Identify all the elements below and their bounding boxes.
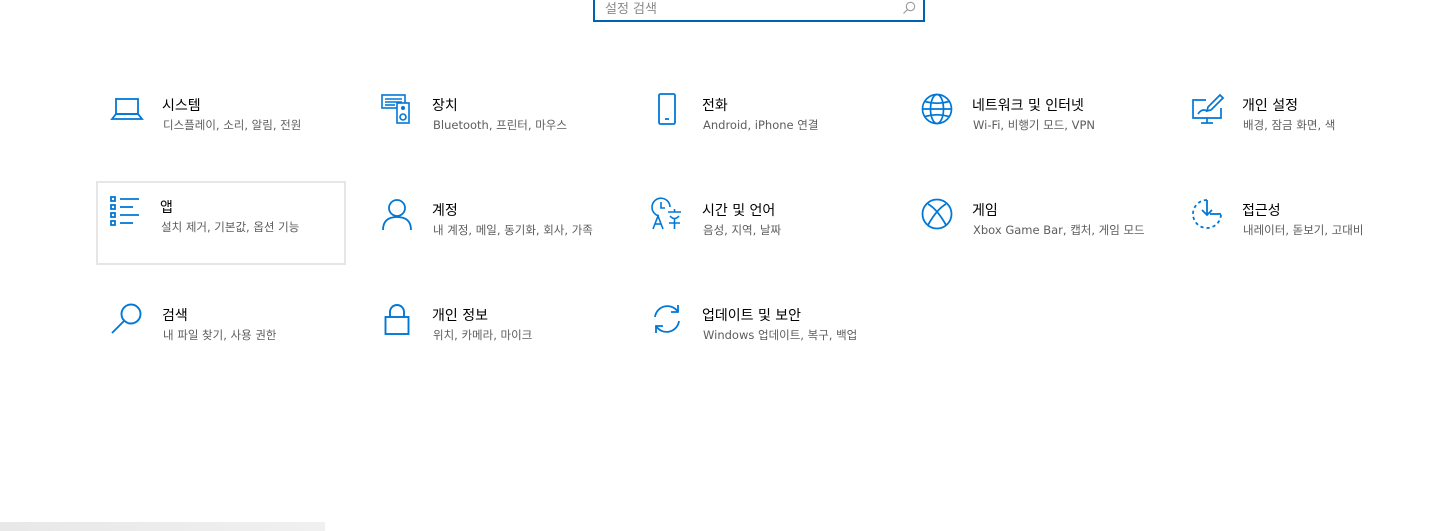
search-input[interactable]: [605, 0, 895, 19]
tile-time-language[interactable]: 시간 및 언어 음성, 지역, 날짜: [638, 192, 888, 276]
tile-title: 시스템: [162, 98, 201, 114]
tile-title: 시간 및 언어: [702, 203, 776, 219]
tile-title: 계정: [432, 203, 458, 219]
tile-description: 내 파일 찾기, 사용 권한: [163, 328, 277, 342]
time-language-icon: [650, 197, 684, 231]
tile-description: 설치 제거, 기본값, 옵션 기능: [161, 220, 300, 234]
tile-description: Wi-Fi, 비행기 모드, VPN: [973, 118, 1096, 132]
tile-description: 내 계정, 메일, 동기화, 회사, 가족: [433, 223, 593, 237]
tile-gaming[interactable]: 게임 Xbox Game Bar, 캡처, 게임 모드: [908, 192, 1158, 276]
ease-of-access-icon: [1190, 197, 1224, 231]
tile-description: 배경, 잠금 화면, 색: [1243, 118, 1336, 132]
tile-description: 디스플레이, 소리, 알림, 전원: [163, 118, 302, 132]
laptop-icon: [110, 92, 144, 126]
tile-title: 장치: [432, 98, 458, 114]
tile-network[interactable]: 네트워크 및 인터넷 Wi-Fi, 비행기 모드, VPN: [908, 87, 1158, 171]
tile-phone[interactable]: 전화 Android, iPhone 연결: [638, 87, 888, 171]
tile-personalization[interactable]: 개인 설정 배경, 잠금 화면, 색: [1178, 87, 1428, 171]
tile-description: Windows 업데이트, 복구, 백업: [703, 328, 858, 342]
tile-title: 접근성: [1242, 203, 1281, 219]
tile-description: Xbox Game Bar, 캡처, 게임 모드: [973, 223, 1145, 237]
tile-system[interactable]: 시스템 디스플레이, 소리, 알림, 전원: [98, 87, 348, 171]
tile-privacy[interactable]: 개인 정보 위치, 카메라, 마이크: [368, 297, 618, 381]
search-icon[interactable]: [901, 0, 917, 16]
tile-accounts[interactable]: 계정 내 계정, 메일, 동기화, 회사, 가족: [368, 192, 618, 276]
personalization-icon: [1190, 92, 1224, 126]
tile-title: 게임: [972, 203, 998, 219]
tile-description: 내레이터, 돋보기, 고대비: [1243, 223, 1364, 237]
tile-description: Android, iPhone 연결: [703, 118, 819, 132]
tile-search[interactable]: 검색 내 파일 찾기, 사용 권한: [98, 297, 348, 381]
globe-icon: [920, 92, 954, 126]
tile-title: 업데이트 및 보안: [702, 308, 802, 324]
lock-icon: [380, 302, 414, 336]
magnifier-icon: [110, 302, 144, 336]
apps-list-icon: [108, 194, 142, 228]
person-icon: [380, 197, 414, 231]
tile-description: 음성, 지역, 날짜: [703, 223, 782, 237]
tile-ease-of-access[interactable]: 접근성 내레이터, 돋보기, 고대비: [1178, 192, 1428, 276]
tile-update-security[interactable]: 업데이트 및 보안 Windows 업데이트, 복구, 백업: [638, 297, 888, 381]
tile-devices[interactable]: 장치 Bluetooth, 프린터, 마우스: [368, 87, 618, 171]
tile-description: 위치, 카메라, 마이크: [433, 328, 533, 342]
tile-title: 개인 정보: [432, 308, 488, 324]
phone-icon: [650, 92, 684, 126]
sync-icon: [650, 302, 684, 336]
search-box[interactable]: [593, 0, 925, 22]
settings-home: 시스템 디스플레이, 소리, 알림, 전원 장치 Bluetooth, 프린터,…: [0, 0, 1446, 531]
tile-title: 검색: [162, 308, 188, 324]
tile-description: Bluetooth, 프린터, 마우스: [433, 118, 567, 132]
bottom-scroll-edge: [0, 522, 325, 531]
tile-title: 앱: [160, 200, 173, 216]
tile-title: 개인 설정: [1242, 98, 1298, 114]
tile-apps[interactable]: 앱 설치 제거, 기본값, 옵션 기능: [96, 181, 346, 265]
tile-title: 전화: [702, 98, 728, 114]
tile-title: 네트워크 및 인터넷: [972, 98, 1084, 114]
devices-icon: [380, 92, 414, 126]
xbox-icon: [920, 197, 954, 231]
